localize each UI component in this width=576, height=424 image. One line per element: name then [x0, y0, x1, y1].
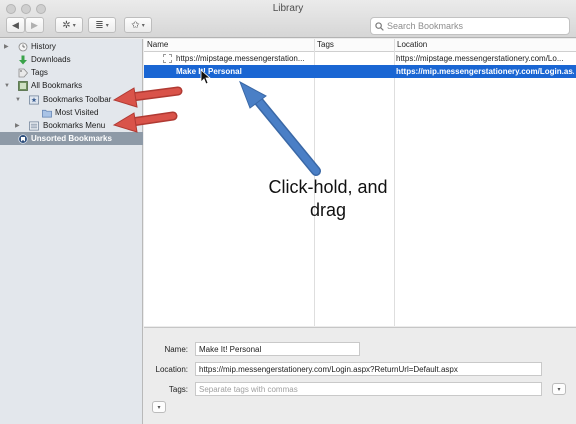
- row-location: https://mipstage.messengerstationery.com…: [396, 54, 564, 63]
- column-header-tags[interactable]: Tags: [317, 40, 334, 49]
- forward-arrow-icon: ▶: [31, 19, 38, 30]
- back-arrow-icon: ◀: [12, 19, 19, 30]
- annotation-line: Click-hold, and: [268, 177, 388, 197]
- sidebar-item-label: Bookmarks Menu: [43, 121, 106, 130]
- chevron-down-icon: ▾: [557, 386, 561, 393]
- location-field[interactable]: [195, 362, 542, 376]
- gear-icon: ✲: [62, 19, 71, 31]
- bookmarks-library-icon: [18, 80, 28, 91]
- sidebar-item-label: Unsorted Bookmarks: [31, 134, 112, 143]
- sidebar-item-label: All Bookmarks: [31, 81, 83, 90]
- details-pane: Name: Location: Tags: ▾ ▾: [144, 327, 576, 424]
- disclosure-triangle-icon[interactable]: ▶: [4, 43, 9, 50]
- folder-icon: [42, 108, 52, 118]
- back-button[interactable]: ◀: [6, 17, 25, 33]
- import-backup-button[interactable]: ✩ ▾: [124, 17, 152, 33]
- list-view-icon: ≣: [95, 19, 104, 31]
- sidebar-item-most-visited[interactable]: Most Visited: [0, 106, 143, 119]
- library-window: Library ◀ ▶ ✲ ▾ ≣ ▾ ✩ ▾ ▶: [0, 0, 576, 424]
- location-label: Location:: [155, 365, 188, 374]
- toolbar-folder-icon: [29, 95, 39, 105]
- clock-icon: [18, 42, 28, 52]
- search-input[interactable]: [387, 21, 567, 31]
- sidebar: ▶ History Downloads Tags ▼ All Bookmarks: [0, 39, 143, 424]
- table-row-selected[interactable]: Make It! Personal https://mip.messengers…: [144, 65, 576, 78]
- tags-field[interactable]: [195, 382, 542, 396]
- sidebar-item-label: Most Visited: [55, 108, 99, 117]
- sidebar-item-bookmarks-menu[interactable]: ▶ Bookmarks Menu: [0, 119, 143, 132]
- sidebar-item-label: Bookmarks Toolbar: [43, 95, 112, 104]
- star-icon: ✩: [131, 19, 140, 31]
- sidebar-item-label: Tags: [31, 68, 48, 77]
- column-header-row: Name Tags Location: [144, 39, 576, 52]
- window-title: Library: [272, 3, 304, 14]
- name-field[interactable]: [195, 342, 360, 356]
- disclosure-triangle-open-icon[interactable]: ▼: [15, 97, 21, 103]
- sidebar-item-all-bookmarks[interactable]: ▼ All Bookmarks: [0, 79, 143, 92]
- more-details-button[interactable]: ▾: [152, 401, 166, 413]
- search-icon: [375, 21, 384, 31]
- disclosure-triangle-icon[interactable]: ▶: [15, 122, 20, 129]
- unsorted-bookmarks-icon: [18, 133, 28, 144]
- table-row[interactable]: https://mipstage.messengerstation... htt…: [144, 52, 576, 65]
- sidebar-item-unsorted-bookmarks[interactable]: Unsorted Bookmarks: [0, 132, 143, 145]
- sidebar-item-downloads[interactable]: Downloads: [0, 53, 143, 66]
- chevron-down-icon: ▾: [141, 22, 145, 29]
- column-header-name[interactable]: Name: [147, 40, 168, 49]
- column-header-location[interactable]: Location: [397, 40, 427, 49]
- name-label: Name:: [164, 345, 188, 354]
- chevron-down-icon: ▾: [72, 22, 76, 29]
- search-field[interactable]: [370, 17, 570, 35]
- title-bar: Library ◀ ▶ ✲ ▾ ≣ ▾ ✩ ▾: [0, 0, 576, 38]
- tag-icon: [18, 68, 28, 78]
- bookmark-placeholder-icon: [163, 54, 172, 63]
- sidebar-item-label: Downloads: [31, 55, 71, 64]
- forward-button[interactable]: ▶: [25, 17, 44, 33]
- row-name: Make It! Personal: [176, 67, 242, 76]
- sidebar-item-label: History: [31, 42, 56, 51]
- download-arrow-icon: [18, 55, 28, 65]
- sidebar-item-tags[interactable]: Tags: [0, 66, 143, 79]
- tags-label: Tags:: [168, 385, 188, 394]
- disclosure-triangle-open-icon[interactable]: ▼: [4, 83, 10, 89]
- tags-dropdown-button[interactable]: ▾: [552, 383, 566, 395]
- chevron-down-icon: ▾: [105, 22, 109, 29]
- row-name: https://mipstage.messengerstation...: [176, 54, 305, 63]
- annotation-line: drag: [309, 200, 347, 220]
- row-location: https://mip.messengerstationery.com/Logi…: [396, 67, 574, 76]
- views-button[interactable]: ≣ ▾: [88, 17, 116, 33]
- sidebar-item-bookmarks-toolbar[interactable]: ▼ Bookmarks Toolbar: [0, 93, 143, 106]
- sidebar-item-history[interactable]: ▶ History: [0, 40, 143, 53]
- annotation-text: Click-hold, and drag: [248, 176, 408, 222]
- chevron-down-icon: ▾: [157, 404, 161, 411]
- menu-folder-icon: [29, 121, 39, 131]
- organize-button[interactable]: ✲ ▾: [55, 17, 83, 33]
